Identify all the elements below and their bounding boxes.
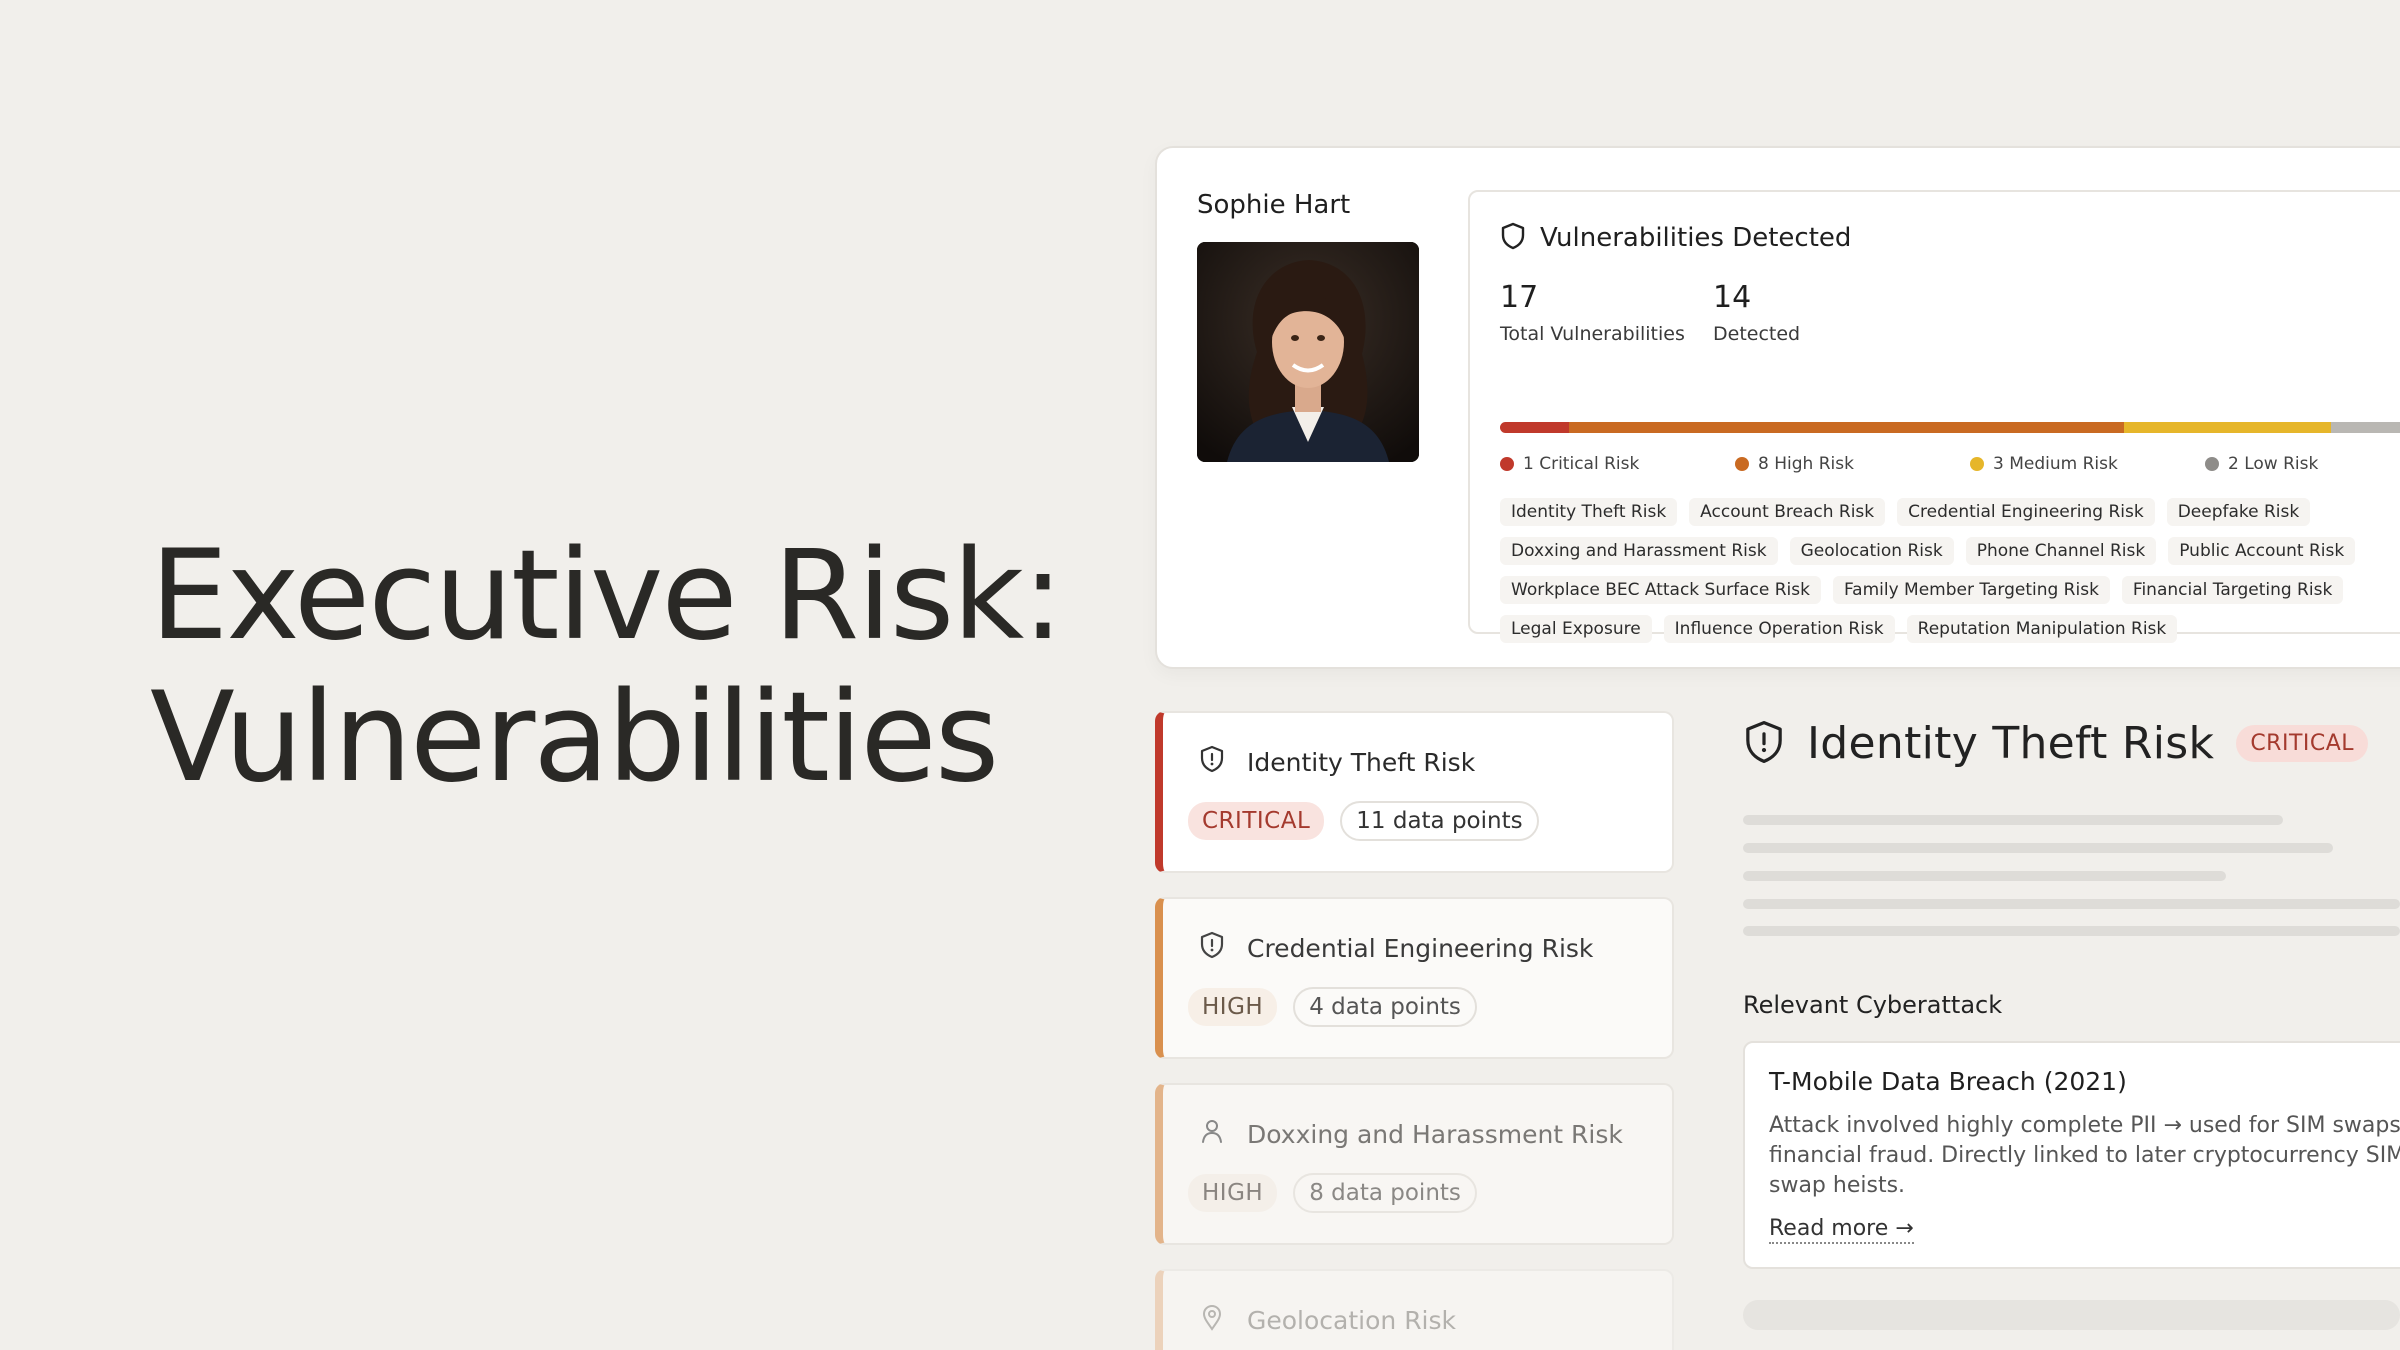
legend-critical: 1 Critical Risk xyxy=(1500,454,1639,474)
risk-tag[interactable]: Financial Targeting Risk xyxy=(2121,576,2344,604)
risk-tag[interactable]: Doxxing and Harassment Risk xyxy=(1500,537,1778,565)
risk-bar-segment-critical xyxy=(1500,422,1570,433)
person-icon xyxy=(1199,1117,1225,1151)
shield-alert-icon xyxy=(1199,931,1225,965)
vulnerabilities-panel: Vulnerabilities Detected 17 Total Vulner… xyxy=(1468,190,2400,643)
risk-bar-segment-low xyxy=(2331,422,2400,433)
profile-photo xyxy=(1197,242,1419,462)
legend-label: 8 High Risk xyxy=(1758,454,1854,474)
low-dot xyxy=(2205,457,2219,471)
risk-tag[interactable]: Identity Theft Risk xyxy=(1500,498,1678,526)
risk-card-badges: HIGH 8 data points xyxy=(1188,1173,1477,1213)
risk-card-identity-theft[interactable]: Identity Theft Risk CRITICAL 11 data poi… xyxy=(1155,711,1674,873)
cyberattack-title: T-Mobile Data Breach (2021) xyxy=(1769,1067,2127,1096)
detected-value: 14 xyxy=(1713,280,1752,315)
relevant-cyberattack-heading: Relevant Cyberattack xyxy=(1743,991,2003,1019)
risk-tag[interactable]: Public Account Risk xyxy=(2168,537,2356,565)
skeleton-line xyxy=(1743,871,2226,881)
risk-card-label: Identity Theft Risk xyxy=(1247,747,1476,777)
legend-medium: 3 Medium Risk xyxy=(1970,454,2118,474)
skeleton-line xyxy=(1743,815,2283,825)
skeleton-line xyxy=(1743,843,2333,853)
detected-label: Detected xyxy=(1713,323,1801,345)
data-points-badge: 8 data points xyxy=(1293,1173,1477,1213)
risk-tag[interactable]: Credential Engineering Risk xyxy=(1897,498,2155,526)
detected-stat: 14 Detected xyxy=(1713,280,1800,345)
risk-card-title: Doxxing and Harassment Risk xyxy=(1199,1117,1623,1151)
vulnerabilities-header: Vulnerabilities Detected xyxy=(1500,222,1851,254)
high-dot xyxy=(1735,457,1749,471)
critical-dot xyxy=(1500,457,1514,471)
skeleton-line xyxy=(1743,899,2400,909)
risk-tag[interactable]: Family Member Targeting Risk xyxy=(1832,576,2110,604)
risk-bar-segment-high xyxy=(1569,422,2124,433)
risk-card-label: Doxxing and Harassment Risk xyxy=(1247,1119,1623,1149)
risk-tag[interactable]: Reputation Manipulation Risk xyxy=(1906,615,2178,643)
legend-low: 2 Low Risk xyxy=(2205,454,2318,474)
risk-tag[interactable]: Deepfake Risk xyxy=(2166,498,2311,526)
read-more-link[interactable]: Read more → xyxy=(1769,1216,1914,1244)
detail-title: Identity Theft Risk xyxy=(1807,718,2215,769)
legend-label: 1 Critical Risk xyxy=(1523,454,1640,474)
skeleton-line xyxy=(1743,926,2400,936)
medium-dot xyxy=(1970,457,1984,471)
risk-card-title: Credential Engineering Risk xyxy=(1199,931,1593,965)
risk-tags: Identity Theft Risk Account Breach Risk … xyxy=(1500,498,2400,643)
skeleton-block xyxy=(1743,1300,2400,1330)
risk-tag[interactable]: Account Breach Risk xyxy=(1689,498,1886,526)
risk-tag[interactable]: Geolocation Risk xyxy=(1789,537,1954,565)
risk-card-geolocation[interactable]: Geolocation Risk xyxy=(1155,1269,1674,1350)
hero-line-2: Vulnerabilities xyxy=(150,666,999,810)
total-vulnerabilities-label: Total Vulnerabilities xyxy=(1500,323,1685,345)
risk-card-title: Identity Theft Risk xyxy=(1199,745,1475,779)
legend-label: 3 Medium Risk xyxy=(1993,454,2118,474)
legend-label: 2 Low Risk xyxy=(2228,454,2319,474)
risk-tag[interactable]: Phone Channel Risk xyxy=(1965,537,2157,565)
risk-tag[interactable]: Legal Exposure xyxy=(1500,615,1652,643)
profile-card: Sophie Hart Vulnerabilities Detected 17 … xyxy=(1155,146,2400,669)
cyberattack-description: Attack involved highly complete PII → us… xyxy=(1769,1113,2400,1198)
risk-card-badges: CRITICAL 11 data points xyxy=(1188,801,1539,841)
vulnerabilities-title: Vulnerabilities Detected xyxy=(1540,223,1852,253)
detail-severity-badge: CRITICAL xyxy=(2236,725,2369,762)
legend-high: 8 High Risk xyxy=(1735,454,1854,474)
shield-alert-icon xyxy=(1199,745,1225,779)
risk-card-badges: HIGH 4 data points xyxy=(1188,987,1477,1027)
person-name: Sophie Hart xyxy=(1197,190,1351,220)
cyberattack-card: T-Mobile Data Breach (2021) Attack invol… xyxy=(1743,1041,2400,1269)
risk-card-doxxing[interactable]: Doxxing and Harassment Risk HIGH 8 data … xyxy=(1155,1083,1674,1245)
total-vulnerabilities-value: 17 xyxy=(1500,280,1539,315)
detail-header: Identity Theft Risk CRITICAL xyxy=(1743,718,2369,769)
total-vulnerabilities-stat: 17 Total Vulnerabilities xyxy=(1500,280,1685,345)
risk-card-credential-engineering[interactable]: Credential Engineering Risk HIGH 4 data … xyxy=(1155,897,1674,1059)
location-pin-icon xyxy=(1199,1303,1225,1337)
risk-tag[interactable]: Influence Operation Risk xyxy=(1663,615,1895,643)
risk-card-label: Credential Engineering Risk xyxy=(1247,933,1594,963)
severity-badge: CRITICAL xyxy=(1188,802,1325,840)
shield-alert-icon xyxy=(1743,719,1785,769)
risk-bar-segment-medium xyxy=(2123,422,2332,433)
risk-distribution-bar xyxy=(1500,422,2400,433)
risk-tag[interactable]: Workplace BEC Attack Surface Risk xyxy=(1500,576,1821,604)
data-points-badge: 11 data points xyxy=(1340,801,1539,841)
shield-icon xyxy=(1500,222,1526,254)
hero-line-1: Executive Risk: xyxy=(150,524,1064,668)
severity-badge: HIGH xyxy=(1188,1174,1278,1212)
risk-card-title: Geolocation Risk xyxy=(1199,1303,1456,1337)
severity-badge: HIGH xyxy=(1188,988,1278,1026)
data-points-badge: 4 data points xyxy=(1293,987,1477,1027)
risk-card-label: Geolocation Risk xyxy=(1247,1305,1457,1335)
hero-heading: Executive Risk: Vulnerabilities xyxy=(150,524,1064,810)
